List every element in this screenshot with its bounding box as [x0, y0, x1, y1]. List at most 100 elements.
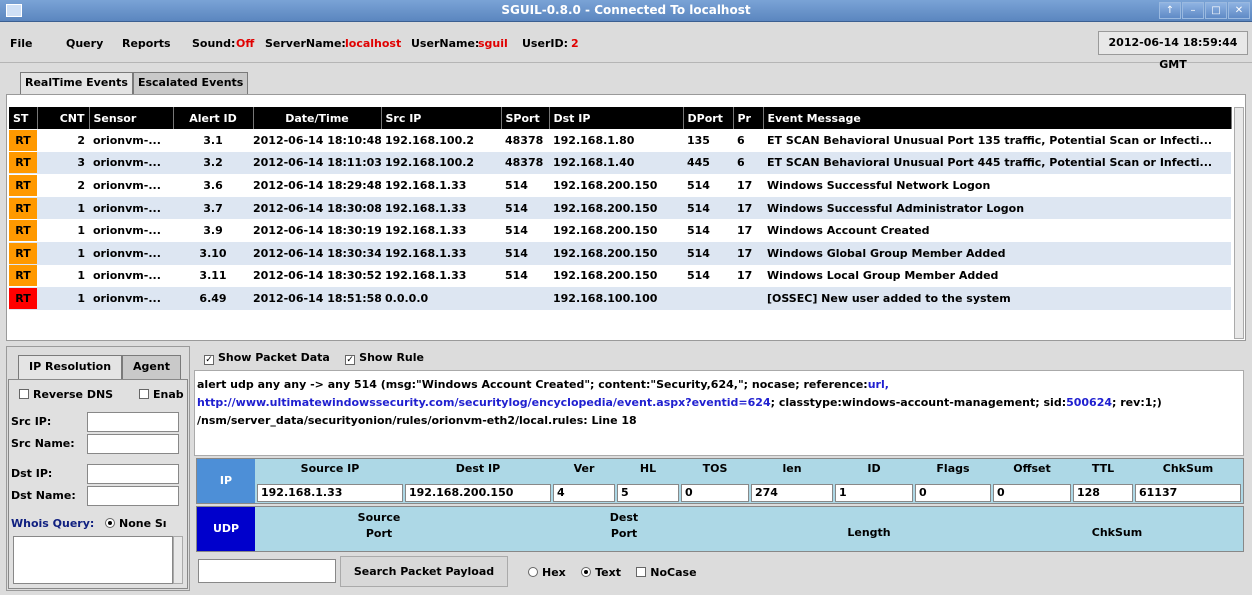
event-message[interactable]: [OSSEC] New user added to the system — [763, 287, 1231, 310]
event-cnt[interactable]: 1 — [37, 264, 89, 288]
event-src-ip[interactable]: 192.168.1.33 — [381, 264, 501, 288]
event-row[interactable]: RT 1 orionvm-... 3.7 2012-06-14 18:30:08 192.… — [9, 196, 1231, 220]
whois-scrollbar[interactable] — [173, 536, 183, 584]
event-datetime[interactable]: 2012-06-14 18:30:52 — [253, 264, 381, 288]
event-dport[interactable]: 514 — [683, 264, 733, 288]
event-dst-ip[interactable]: 192.168.200.150 — [549, 264, 683, 288]
reverse-dns-option[interactable]: Reverse DNS — [19, 388, 113, 401]
ip-val-id[interactable]: 1 — [835, 484, 913, 502]
event-message[interactable]: ET SCAN Behavioral Unusual Port 445 traf… — [763, 151, 1231, 175]
event-alert-id[interactable]: 3.1 — [173, 129, 253, 152]
event-st[interactable]: RT — [9, 287, 37, 310]
event-dst-ip[interactable]: 192.168.200.150 — [549, 241, 683, 265]
event-cnt[interactable]: 1 — [37, 219, 89, 242]
event-sport[interactable]: 514 — [501, 219, 549, 242]
event-st[interactable]: RT — [9, 241, 37, 265]
event-sensor[interactable]: orionvm-... — [89, 174, 173, 197]
event-pr[interactable]: 17 — [733, 264, 763, 288]
ip-val-chksum[interactable]: 61137 — [1135, 484, 1241, 502]
event-src-ip[interactable]: 192.168.1.33 — [381, 196, 501, 220]
event-dport[interactable]: 135 — [683, 129, 733, 152]
event-alert-id[interactable]: 6.49 — [173, 287, 253, 310]
event-st[interactable]: RT — [9, 196, 37, 220]
tab-ip-resolution[interactable]: IP Resolution — [18, 355, 123, 379]
col-dst-ip[interactable]: Dst IP — [549, 107, 684, 129]
event-cnt[interactable]: 3 — [37, 151, 89, 175]
event-sensor[interactable]: orionvm-... — [89, 151, 173, 175]
src-ip-field[interactable] — [87, 412, 179, 432]
event-row[interactable]: RT 2 orionvm-... 3.1 2012-06-14 18:10:48 192.… — [9, 129, 1231, 152]
event-message[interactable]: Windows Local Group Member Added — [763, 264, 1231, 288]
hex-radio[interactable] — [528, 567, 538, 577]
event-st[interactable]: RT — [9, 174, 37, 197]
rule-sid-link[interactable]: 500624 — [1066, 396, 1112, 409]
event-cnt[interactable]: 1 — [37, 287, 89, 310]
ip-val-flags[interactable]: 0 — [915, 484, 991, 502]
event-sport[interactable]: 514 — [501, 174, 549, 197]
event-st[interactable]: RT — [9, 129, 37, 152]
event-dport[interactable] — [683, 287, 733, 310]
event-src-ip[interactable]: 192.168.100.2 — [381, 151, 501, 175]
event-datetime[interactable]: 2012-06-14 18:11:03 — [253, 151, 381, 175]
search-packet-payload-button[interactable]: Search Packet Payload — [340, 556, 508, 587]
ip-val-hl[interactable]: 5 — [617, 484, 679, 502]
events-scrollbar[interactable] — [1234, 107, 1244, 339]
event-dport[interactable]: 514 — [683, 241, 733, 265]
event-row[interactable]: RT 1 orionvm-... 3.9 2012-06-14 18:30:19 192.… — [9, 219, 1231, 242]
ip-val-ttl[interactable]: 128 — [1073, 484, 1133, 502]
event-pr[interactable]: 17 — [733, 219, 763, 242]
event-sport[interactable]: 48378 — [501, 129, 549, 152]
event-datetime[interactable]: 2012-06-14 18:29:48 — [253, 174, 381, 197]
tab-realtime-events[interactable]: RealTime Events — [20, 72, 133, 94]
event-row[interactable]: RT 1 orionvm-... 3.10 2012-06-14 18:30:34 192… — [9, 241, 1231, 265]
event-st[interactable]: RT — [9, 264, 37, 288]
event-sport[interactable]: 514 — [501, 241, 549, 265]
event-sport[interactable]: 514 — [501, 264, 549, 288]
event-sensor[interactable]: orionvm-... — [89, 287, 173, 310]
event-pr[interactable]: 6 — [733, 151, 763, 175]
event-sensor[interactable]: orionvm-... — [89, 264, 173, 288]
maximize-icon[interactable]: □ — [1205, 2, 1227, 19]
event-row[interactable]: RT 2 orionvm-... 3.6 2012-06-14 18:29:48 192.… — [9, 174, 1231, 197]
pin-icon[interactable]: ↑ — [1159, 2, 1181, 19]
event-dport[interactable]: 445 — [683, 151, 733, 175]
event-src-ip[interactable]: 192.168.100.2 — [381, 129, 501, 152]
event-dst-ip[interactable]: 192.168.200.150 — [549, 219, 683, 242]
ip-val-source-ip[interactable]: 192.168.1.33 — [257, 484, 403, 502]
hex-option[interactable]: Hex — [528, 566, 566, 579]
event-dst-ip[interactable]: 192.168.1.40 — [549, 151, 683, 175]
minimize-icon[interactable]: – — [1182, 2, 1204, 19]
event-message[interactable]: Windows Account Created — [763, 219, 1231, 242]
event-alert-id[interactable]: 3.6 — [173, 174, 253, 197]
show-rule-checkbox[interactable] — [345, 355, 356, 365]
event-message[interactable]: Windows Successful Administrator Logon — [763, 196, 1231, 220]
col-alert-id[interactable]: Alert ID — [173, 107, 254, 129]
event-cnt[interactable]: 2 — [37, 129, 89, 152]
event-cnt[interactable]: 2 — [37, 174, 89, 197]
menu-reports[interactable]: Reports — [122, 37, 171, 50]
event-dst-ip[interactable]: 192.168.200.150 — [549, 174, 683, 197]
col-cnt[interactable]: CNT — [37, 107, 90, 129]
event-sport[interactable]: 514 — [501, 196, 549, 220]
event-dport[interactable]: 514 — [683, 219, 733, 242]
event-st[interactable]: RT — [9, 151, 37, 175]
col-dport[interactable]: DPort — [683, 107, 734, 129]
src-name-field[interactable] — [87, 434, 179, 454]
event-message[interactable]: Windows Successful Network Logon — [763, 174, 1231, 197]
dst-ip-field[interactable] — [87, 464, 179, 484]
show-packet-data-checkbox[interactable] — [204, 355, 214, 365]
text-radio[interactable] — [581, 567, 592, 577]
event-src-ip[interactable]: 192.168.1.33 — [381, 219, 501, 242]
tab-agent[interactable]: Agent — [122, 355, 181, 379]
whois-none-option[interactable]: None Sı — [105, 517, 167, 530]
search-payload-input[interactable] — [198, 559, 336, 583]
ip-val-tos[interactable]: 0 — [681, 484, 749, 502]
col-sensor[interactable]: Sensor — [89, 107, 174, 129]
event-dport[interactable]: 514 — [683, 196, 733, 220]
event-datetime[interactable]: 2012-06-14 18:10:48 — [253, 129, 381, 152]
ip-val-ver[interactable]: 4 — [553, 484, 615, 502]
nocase-option[interactable]: NoCase — [636, 566, 697, 579]
event-pr[interactable]: 6 — [733, 129, 763, 152]
event-row[interactable]: RT 3 orionvm-... 3.2 2012-06-14 18:11:03 192.… — [9, 151, 1231, 175]
event-row[interactable]: RT 1 orionvm-... 6.49 2012-06-14 18:51:58 0.0… — [9, 287, 1231, 310]
